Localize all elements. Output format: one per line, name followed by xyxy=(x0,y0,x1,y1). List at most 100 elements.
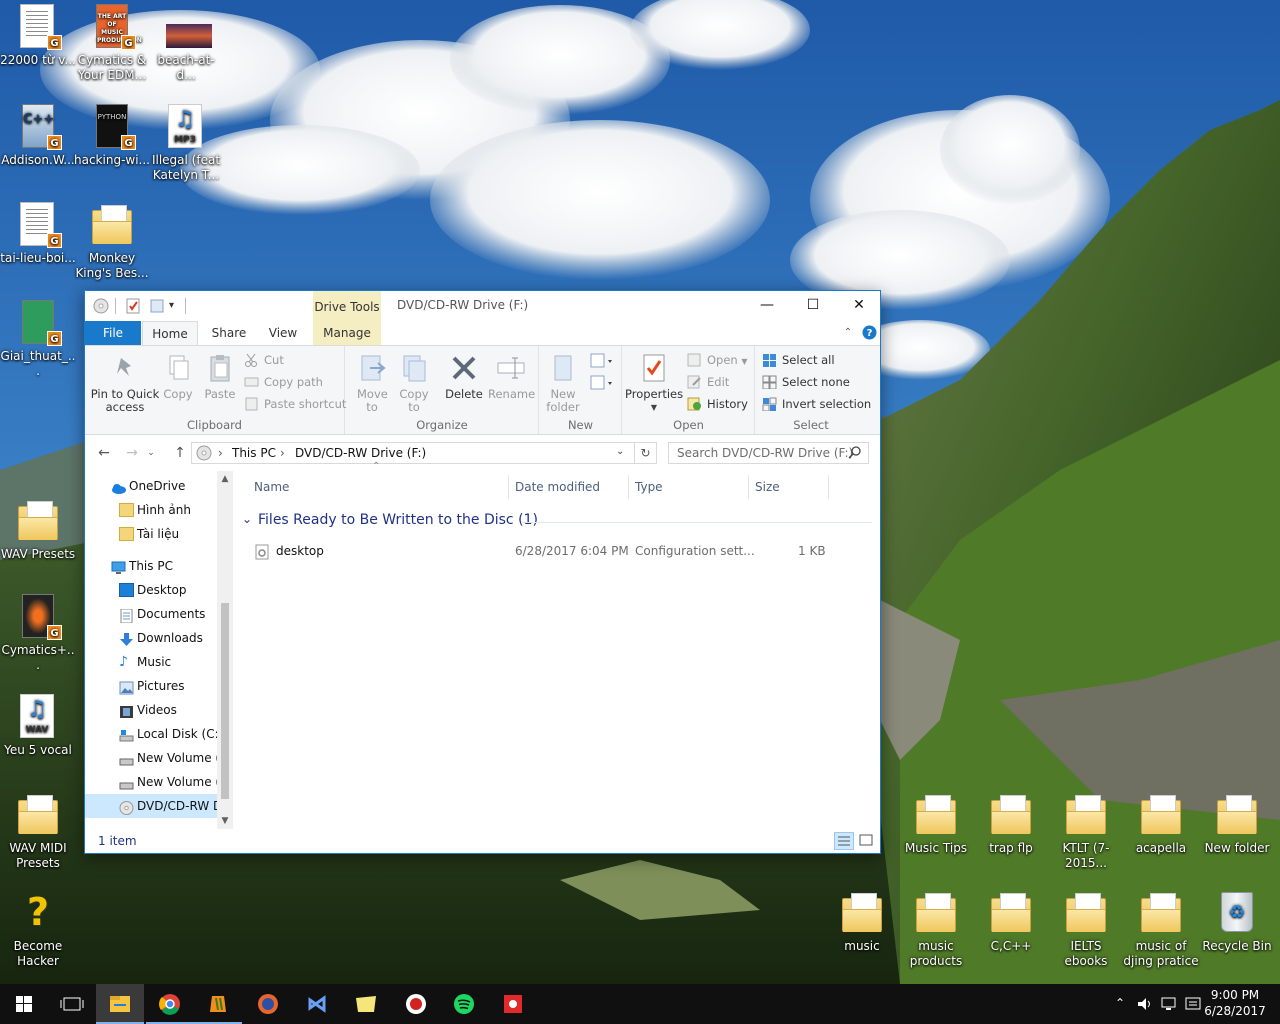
vpn-icon[interactable] xyxy=(490,984,538,1024)
fl-studio-icon[interactable] xyxy=(194,984,242,1024)
nav-pane-scrollbar[interactable]: ▲ ▼ xyxy=(217,471,233,829)
copy-path-button[interactable]: Copy path xyxy=(244,372,323,392)
desktop-icon-22000-tu[interactable]: G 22000 từ v... xyxy=(0,4,76,68)
nav-item-videos[interactable]: Videos xyxy=(85,698,217,722)
network-icon[interactable] xyxy=(1160,995,1178,1013)
breadcrumb-this-pc[interactable]: This PC xyxy=(232,446,276,460)
address-bar[interactable]: › This PC › DVD/CD-RW Drive (F:) ⌄ xyxy=(191,442,635,464)
recent-locations-dropdown[interactable]: ⌄ xyxy=(145,442,157,464)
desktop-icon-trap-flp[interactable]: trap flp xyxy=(973,792,1049,856)
details-view-icon[interactable] xyxy=(834,832,854,850)
select-all-button[interactable]: Select all xyxy=(762,350,835,370)
help-button[interactable]: ? xyxy=(861,321,877,345)
desktop-icon-monkey-king[interactable]: Monkey King's Bes... xyxy=(74,202,150,281)
nav-item-local-disk-c[interactable]: Local Disk (C:) xyxy=(85,722,217,746)
desktop-icon-become-hacker[interactable]: ? Become Hacker xyxy=(0,890,76,969)
move-to-button[interactable]: Move to xyxy=(354,352,390,414)
new-folder-button[interactable]: New folder xyxy=(542,352,584,414)
task-view-button[interactable] xyxy=(48,984,96,1024)
open-button[interactable]: Open ▼ xyxy=(687,350,748,370)
paste-shortcut-button[interactable]: Paste shortcut xyxy=(244,394,346,414)
nav-item-new-volume-e[interactable]: New Volume (E xyxy=(85,770,217,794)
visual-studio-icon[interactable] xyxy=(294,984,342,1024)
desktop-icon-beach[interactable]: beach-at-d... xyxy=(148,4,224,83)
desktop-icon-c-cpp[interactable]: C,C++ xyxy=(973,890,1049,954)
scroll-thumb[interactable] xyxy=(221,603,229,799)
tab-manage[interactable]: Manage xyxy=(313,321,381,345)
invert-selection-button[interactable]: Invert selection xyxy=(762,394,871,414)
desktop-icon-ielts-ebooks[interactable]: IELTS ebooks xyxy=(1048,890,1124,969)
desktop-icon-wav-midi-presets[interactable]: WAV MIDI Presets xyxy=(0,792,76,871)
delete-button[interactable]: Delete xyxy=(444,352,484,401)
nav-item-dvd-drive[interactable]: DVD/CD-RW D xyxy=(85,794,217,818)
cut-button[interactable]: Cut xyxy=(244,350,284,370)
nav-item-hinh-anh[interactable]: Hình ảnh xyxy=(85,498,217,522)
qat-customize-dropdown[interactable]: ▾ xyxy=(169,298,181,314)
easy-access-dropdown[interactable] xyxy=(590,374,614,392)
desktop-icon-music-products[interactable]: music products xyxy=(898,890,974,969)
desktop-icon-ktlt[interactable]: KTLT (7-2015... xyxy=(1048,792,1124,871)
tab-home[interactable]: Home xyxy=(142,321,198,346)
refresh-button[interactable]: ↻ xyxy=(635,442,657,464)
chrome-icon[interactable] xyxy=(146,984,194,1024)
nav-item-music[interactable]: ♪ Music xyxy=(85,650,217,674)
nav-item-new-volume-d[interactable]: New Volume (D xyxy=(85,746,217,770)
back-arrow-icon[interactable]: ← xyxy=(93,442,115,464)
desktop-icon-yeu-5-vocal[interactable]: ♫ WAV Yeu 5 vocal xyxy=(0,694,76,758)
desktop-icon-hacking[interactable]: PYTHON G hacking-wi... xyxy=(74,104,150,168)
desktop-icon-giai-thuat[interactable]: G Giai_thuat_... xyxy=(0,300,76,379)
title-bar[interactable]: ▾ Drive Tools DVD/CD-RW Drive (F:) — ☐ ✕ xyxy=(85,291,880,321)
sticky-notes-icon[interactable] xyxy=(342,984,390,1024)
desktop-icon-new-folder[interactable]: New folder xyxy=(1199,792,1275,856)
properties-button[interactable]: Properties ▼ xyxy=(625,352,683,414)
file-row[interactable]: desktop 6/28/2017 6:04 PM Configuration … xyxy=(250,541,862,563)
search-input[interactable]: Search DVD/CD-RW Drive (F:) xyxy=(668,442,869,464)
nav-item-desktop[interactable]: Desktop xyxy=(85,578,217,602)
desktop-icon-cymatics-plus[interactable]: G Cymatics+... xyxy=(0,594,76,673)
desktop-icon-music[interactable]: music xyxy=(824,890,900,954)
desktop-icon-cymatics-edm[interactable]: THE ART OF MUSIC PRODUCTION G Cymatics &… xyxy=(74,4,150,83)
collapse-ribbon-chevron-icon[interactable]: ⌃ xyxy=(841,321,855,345)
scroll-down-arrow-icon[interactable]: ▼ xyxy=(217,813,233,829)
group-header[interactable]: ⌄ Files Ready to Be Written to the Disc … xyxy=(242,511,872,535)
tab-share[interactable]: Share xyxy=(207,321,251,345)
show-hidden-icons-chevron-icon[interactable]: ⌃ xyxy=(1112,996,1128,1012)
select-none-button[interactable]: Select none xyxy=(762,372,850,392)
start-button[interactable] xyxy=(0,984,48,1024)
forward-arrow-icon[interactable]: → xyxy=(121,442,143,464)
nav-item-onedrive[interactable]: OneDrive xyxy=(85,474,217,498)
history-button[interactable]: History xyxy=(687,394,748,414)
close-button[interactable]: ✕ xyxy=(836,291,882,321)
copy-to-button[interactable]: Copy to xyxy=(396,352,432,414)
desktop-icon-music-tips[interactable]: Music Tips xyxy=(898,792,974,856)
column-header-size[interactable]: Size xyxy=(749,475,829,499)
breadcrumb-dvd-drive[interactable]: DVD/CD-RW Drive (F:) xyxy=(295,446,426,460)
nav-item-documents[interactable]: Documents xyxy=(85,602,217,626)
desktop-icon-illegal-mp3[interactable]: ♫ MP3 Illegal (feat Katelyn T... xyxy=(148,104,224,183)
spotify-icon[interactable] xyxy=(440,984,488,1024)
address-dropdown-icon[interactable]: ⌄ xyxy=(616,446,624,457)
nav-item-downloads[interactable]: Downloads xyxy=(85,626,217,650)
desktop-icon-recycle-bin[interactable]: ♻ Recycle Bin xyxy=(1199,890,1275,954)
large-icons-view-icon[interactable] xyxy=(857,832,877,850)
column-header-type[interactable]: Type xyxy=(629,475,749,499)
pin-to-quick-access-button[interactable]: Pin to Quick access xyxy=(89,352,161,414)
scroll-up-arrow-icon[interactable]: ▲ xyxy=(217,471,233,487)
rename-button[interactable]: Rename xyxy=(488,352,535,401)
desktop-icon-music-of-djing[interactable]: music of djing pratice xyxy=(1123,890,1199,969)
minimize-button[interactable]: — xyxy=(744,291,790,321)
tab-view[interactable]: View xyxy=(261,321,305,345)
edit-button[interactable]: Edit xyxy=(687,372,729,392)
taskbar-clock[interactable]: 9:00 PM 6/28/2017 xyxy=(1200,987,1270,1019)
desktop-icon-tai-lieu[interactable]: G tai-lieu-boi... xyxy=(0,202,76,266)
nav-item-pictures[interactable]: Pictures xyxy=(85,674,217,698)
firefox-icon[interactable] xyxy=(244,984,292,1024)
up-arrow-icon[interactable]: ↑ xyxy=(169,442,191,464)
volume-icon[interactable] xyxy=(1136,995,1154,1013)
copy-button[interactable]: Copy xyxy=(161,352,195,401)
nav-item-tai-lieu[interactable]: Tài liệu xyxy=(85,522,217,546)
paste-button[interactable]: Paste xyxy=(201,352,239,401)
new-item-dropdown[interactable] xyxy=(590,352,614,370)
file-explorer-taskbar-icon[interactable] xyxy=(96,984,144,1024)
new-folder-qat-icon[interactable] xyxy=(149,298,165,314)
